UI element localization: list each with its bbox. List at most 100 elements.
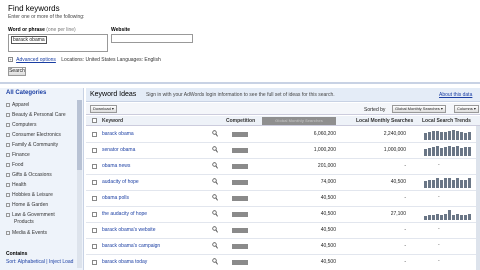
category-item[interactable]: Food	[6, 162, 23, 168]
advanced-options-link[interactable]: Advanced options	[16, 57, 56, 63]
col-global-searches[interactable]: Global Monthly Searches	[262, 117, 336, 125]
columns-button[interactable]: Columns ▾	[454, 105, 479, 113]
row-checkbox[interactable]	[92, 164, 97, 169]
keyword-link[interactable]: barack obama today	[102, 259, 147, 265]
expand-box-icon[interactable]	[6, 162, 10, 167]
trend-bar	[432, 180, 435, 188]
keyword-link[interactable]: barack obama's website	[102, 227, 155, 233]
keyword-link[interactable]: obama news	[102, 163, 130, 169]
trend-bar	[464, 133, 467, 140]
row-checkbox[interactable]	[92, 148, 97, 153]
trend-bar	[468, 132, 471, 140]
about-data-link[interactable]: About this data	[439, 92, 472, 98]
local-searches-value: 27,100	[390, 211, 406, 217]
category-item[interactable]: Health	[6, 182, 26, 188]
expand-box-icon[interactable]	[6, 142, 10, 147]
row-checkbox[interactable]	[92, 228, 97, 233]
col-search-trends[interactable]: Local Search Trends	[422, 118, 471, 124]
row-checkbox[interactable]	[92, 180, 97, 185]
search-button[interactable]: Search	[8, 67, 26, 76]
website-label: Website	[111, 27, 131, 33]
local-searches-value: -	[404, 259, 406, 265]
magnifier-icon[interactable]	[212, 242, 218, 249]
col-competition[interactable]: Competition	[226, 118, 255, 124]
magnifier-icon[interactable]	[212, 162, 218, 169]
expand-box-icon[interactable]	[6, 132, 10, 137]
magnifier-icon[interactable]	[212, 146, 218, 153]
search-trend-chart: -	[424, 241, 470, 252]
row-checkbox[interactable]	[92, 212, 97, 217]
magnifier-icon[interactable]	[212, 178, 218, 185]
expand-box-icon[interactable]	[6, 230, 10, 235]
magnifier-icon[interactable]	[212, 130, 218, 137]
competition-bar	[232, 164, 248, 169]
row-checkbox[interactable]	[92, 196, 97, 201]
sort-options[interactable]: Sort: Alphabetical | Inject Load	[6, 259, 73, 265]
expand-box-icon[interactable]	[6, 152, 10, 157]
search-trend-chart	[424, 145, 471, 156]
trend-bar	[468, 214, 471, 220]
sorted-by-select[interactable]: Global Monthly Searches ▾	[392, 105, 446, 113]
category-item[interactable]: Hobbies & Leisure	[6, 192, 53, 198]
expand-box-icon[interactable]	[6, 102, 10, 107]
expand-box-icon[interactable]	[6, 172, 10, 177]
category-item[interactable]: Home & Garden	[6, 202, 48, 208]
trend-bar	[460, 215, 463, 220]
expand-box-icon[interactable]	[6, 122, 10, 127]
keyword-link[interactable]: audacity of hope	[102, 179, 139, 185]
expand-box-icon[interactable]	[6, 212, 10, 217]
keyword-link[interactable]: barack obama's campaign	[102, 243, 160, 249]
local-searches-value: -	[404, 227, 406, 233]
expand-box-icon[interactable]	[6, 112, 10, 117]
category-item[interactable]: Finance	[6, 152, 30, 158]
magnifier-icon[interactable]	[212, 194, 218, 201]
trend-bar	[464, 215, 467, 220]
col-local-searches[interactable]: Local Monthly Searches	[356, 118, 413, 124]
category-item[interactable]: Gifts & Occasions	[6, 172, 52, 178]
row-checkbox[interactable]	[92, 244, 97, 249]
row-checkbox[interactable]	[92, 260, 97, 265]
keyword-link[interactable]: senator obama	[102, 147, 135, 153]
trend-bar	[432, 147, 435, 156]
category-item[interactable]: Computers	[6, 122, 36, 128]
category-item[interactable]: Family & Community	[6, 142, 58, 148]
trend-bar	[436, 178, 439, 188]
keyword-link[interactable]: obama polls	[102, 195, 129, 201]
global-searches-value: 74,000	[320, 179, 336, 185]
sidebar-scrollbar[interactable]	[77, 100, 82, 268]
download-button[interactable]: Download ▾	[90, 105, 117, 113]
category-item[interactable]: Consumer Electronics	[6, 132, 61, 138]
select-all-checkbox[interactable]	[92, 118, 97, 123]
expand-box-icon[interactable]	[6, 202, 10, 207]
trend-bar	[468, 147, 471, 156]
magnifier-icon[interactable]	[212, 226, 218, 233]
results-scrollbar[interactable]	[476, 126, 480, 270]
expand-plus-icon[interactable]: +	[8, 57, 13, 63]
website-input[interactable]	[111, 34, 193, 43]
category-item[interactable]: Beauty & Personal Care	[6, 112, 66, 118]
keyword-link[interactable]: barack obama	[102, 131, 134, 137]
trend-bar	[456, 178, 459, 188]
table-row: senator obama 1,000,200 1,000,000	[86, 143, 480, 159]
trend-bar	[444, 214, 447, 220]
local-searches-value: 1,000,000	[383, 147, 406, 153]
category-item[interactable]: Apparel	[6, 102, 29, 108]
trend-bar	[440, 215, 443, 220]
all-categories-heading[interactable]: All Categories	[6, 90, 46, 96]
scrollbar-thumb[interactable]	[77, 100, 82, 170]
expand-box-icon[interactable]	[6, 182, 10, 187]
magnifier-icon[interactable]	[212, 258, 218, 265]
trend-bar	[440, 132, 443, 140]
col-keyword[interactable]: Keyword	[102, 118, 123, 124]
keyword-link[interactable]: the audacity of hope	[102, 211, 147, 217]
local-searches-value: -	[404, 195, 406, 201]
row-checkbox[interactable]	[92, 132, 97, 137]
word-phrase-input[interactable]: barack obama	[8, 34, 108, 52]
category-item[interactable]: Media & Events	[6, 230, 47, 236]
competition-bar	[232, 196, 248, 201]
trend-bar	[432, 215, 435, 220]
magnifier-icon[interactable]	[212, 210, 218, 217]
expand-box-icon[interactable]	[6, 192, 10, 197]
category-item[interactable]: Law & Government	[6, 212, 55, 218]
keyword-ideas-title: Keyword Ideas	[90, 91, 137, 98]
